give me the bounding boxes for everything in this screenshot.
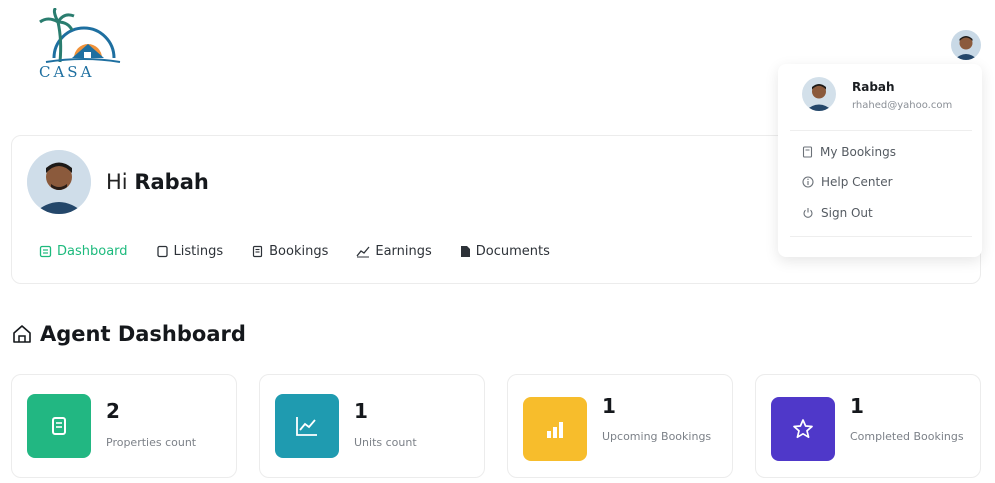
menu-item-sign-out[interactable]: Sign Out: [802, 206, 873, 220]
stat-value: 1: [354, 399, 368, 423]
earnings-chart-icon: [356, 246, 370, 258]
dropdown-divider: [790, 236, 972, 237]
stat-value: 2: [106, 399, 120, 423]
menu-item-label: Sign Out: [821, 206, 873, 220]
stat-icon-tile: [27, 394, 91, 458]
listings-icon: [156, 245, 168, 258]
menu-item-my-bookings[interactable]: My Bookings: [802, 145, 896, 159]
stat-icon-tile: [523, 397, 587, 461]
stat-icon-tile: [771, 397, 835, 461]
tab-bookings-label: Bookings: [269, 244, 329, 259]
menu-item-label: Help Center: [821, 175, 893, 189]
stat-icon-tile: [275, 394, 339, 458]
avatar-image: [802, 77, 836, 111]
documents-icon: [460, 246, 470, 257]
star-icon: [793, 419, 813, 439]
menu-item-help-center[interactable]: Help Center: [802, 175, 893, 189]
power-icon: [803, 208, 813, 218]
profile-avatar: [27, 150, 91, 214]
greeting: Hi Rabah: [106, 170, 209, 194]
section-heading: Agent Dashboard: [11, 322, 246, 346]
greeting-name: Rabah: [134, 170, 209, 194]
tab-dashboard[interactable]: Dashboard: [39, 244, 128, 259]
tab-bookings[interactable]: Bookings: [251, 244, 328, 259]
stat-value: 1: [850, 394, 864, 418]
stat-label: Units count: [354, 436, 417, 449]
dashboard-icon: [39, 245, 52, 258]
stat-card-completed[interactable]: 1 Completed Bookings: [755, 374, 981, 478]
tab-documents[interactable]: Documents: [460, 244, 550, 259]
stat-card-properties[interactable]: 2 Properties count: [11, 374, 237, 478]
dashboard-nav: Dashboard Listings Bookings Earnings Doc…: [39, 244, 578, 259]
trend-chart-icon: [296, 417, 317, 436]
stat-card-units[interactable]: 1 Units count: [259, 374, 485, 478]
info-icon: [802, 176, 814, 188]
user-avatar-button[interactable]: [951, 30, 981, 60]
stat-label: Completed Bookings: [850, 430, 964, 443]
bookings-icon: [253, 245, 263, 258]
tab-dashboard-label: Dashboard: [57, 244, 128, 259]
greeting-prefix: Hi: [106, 170, 128, 194]
stat-label: Properties count: [106, 436, 197, 449]
stat-value: 1: [602, 394, 616, 418]
tab-listings-label: Listings: [173, 244, 224, 259]
bar-chart-icon: [547, 422, 563, 438]
home-icon: [13, 325, 31, 343]
avatar-image: [27, 150, 91, 214]
tab-earnings-label: Earnings: [375, 244, 432, 259]
dropdown-user-email: rhahed@yahoo.com: [852, 100, 953, 111]
tab-earnings[interactable]: Earnings: [356, 244, 432, 259]
stat-card-upcoming[interactable]: 1 Upcoming Bookings: [507, 374, 733, 478]
document-icon: [52, 417, 66, 435]
user-dropdown-menu: Rabah rhahed@yahoo.com My Bookings Help …: [778, 64, 982, 257]
dropdown-user-name: Rabah: [852, 80, 895, 94]
dropdown-divider: [790, 130, 972, 131]
tab-documents-label: Documents: [475, 244, 550, 259]
stat-label: Upcoming Bookings: [602, 430, 712, 443]
tab-listings[interactable]: Listings: [156, 244, 224, 259]
bookings-icon: [802, 146, 813, 158]
page-title: Agent Dashboard: [40, 322, 246, 346]
palm-sun-logo-icon: [39, 6, 121, 63]
avatar-image: [951, 30, 981, 60]
menu-item-label: My Bookings: [820, 145, 896, 159]
dropdown-avatar: [802, 77, 836, 111]
logo-text: CASA: [39, 63, 95, 81]
